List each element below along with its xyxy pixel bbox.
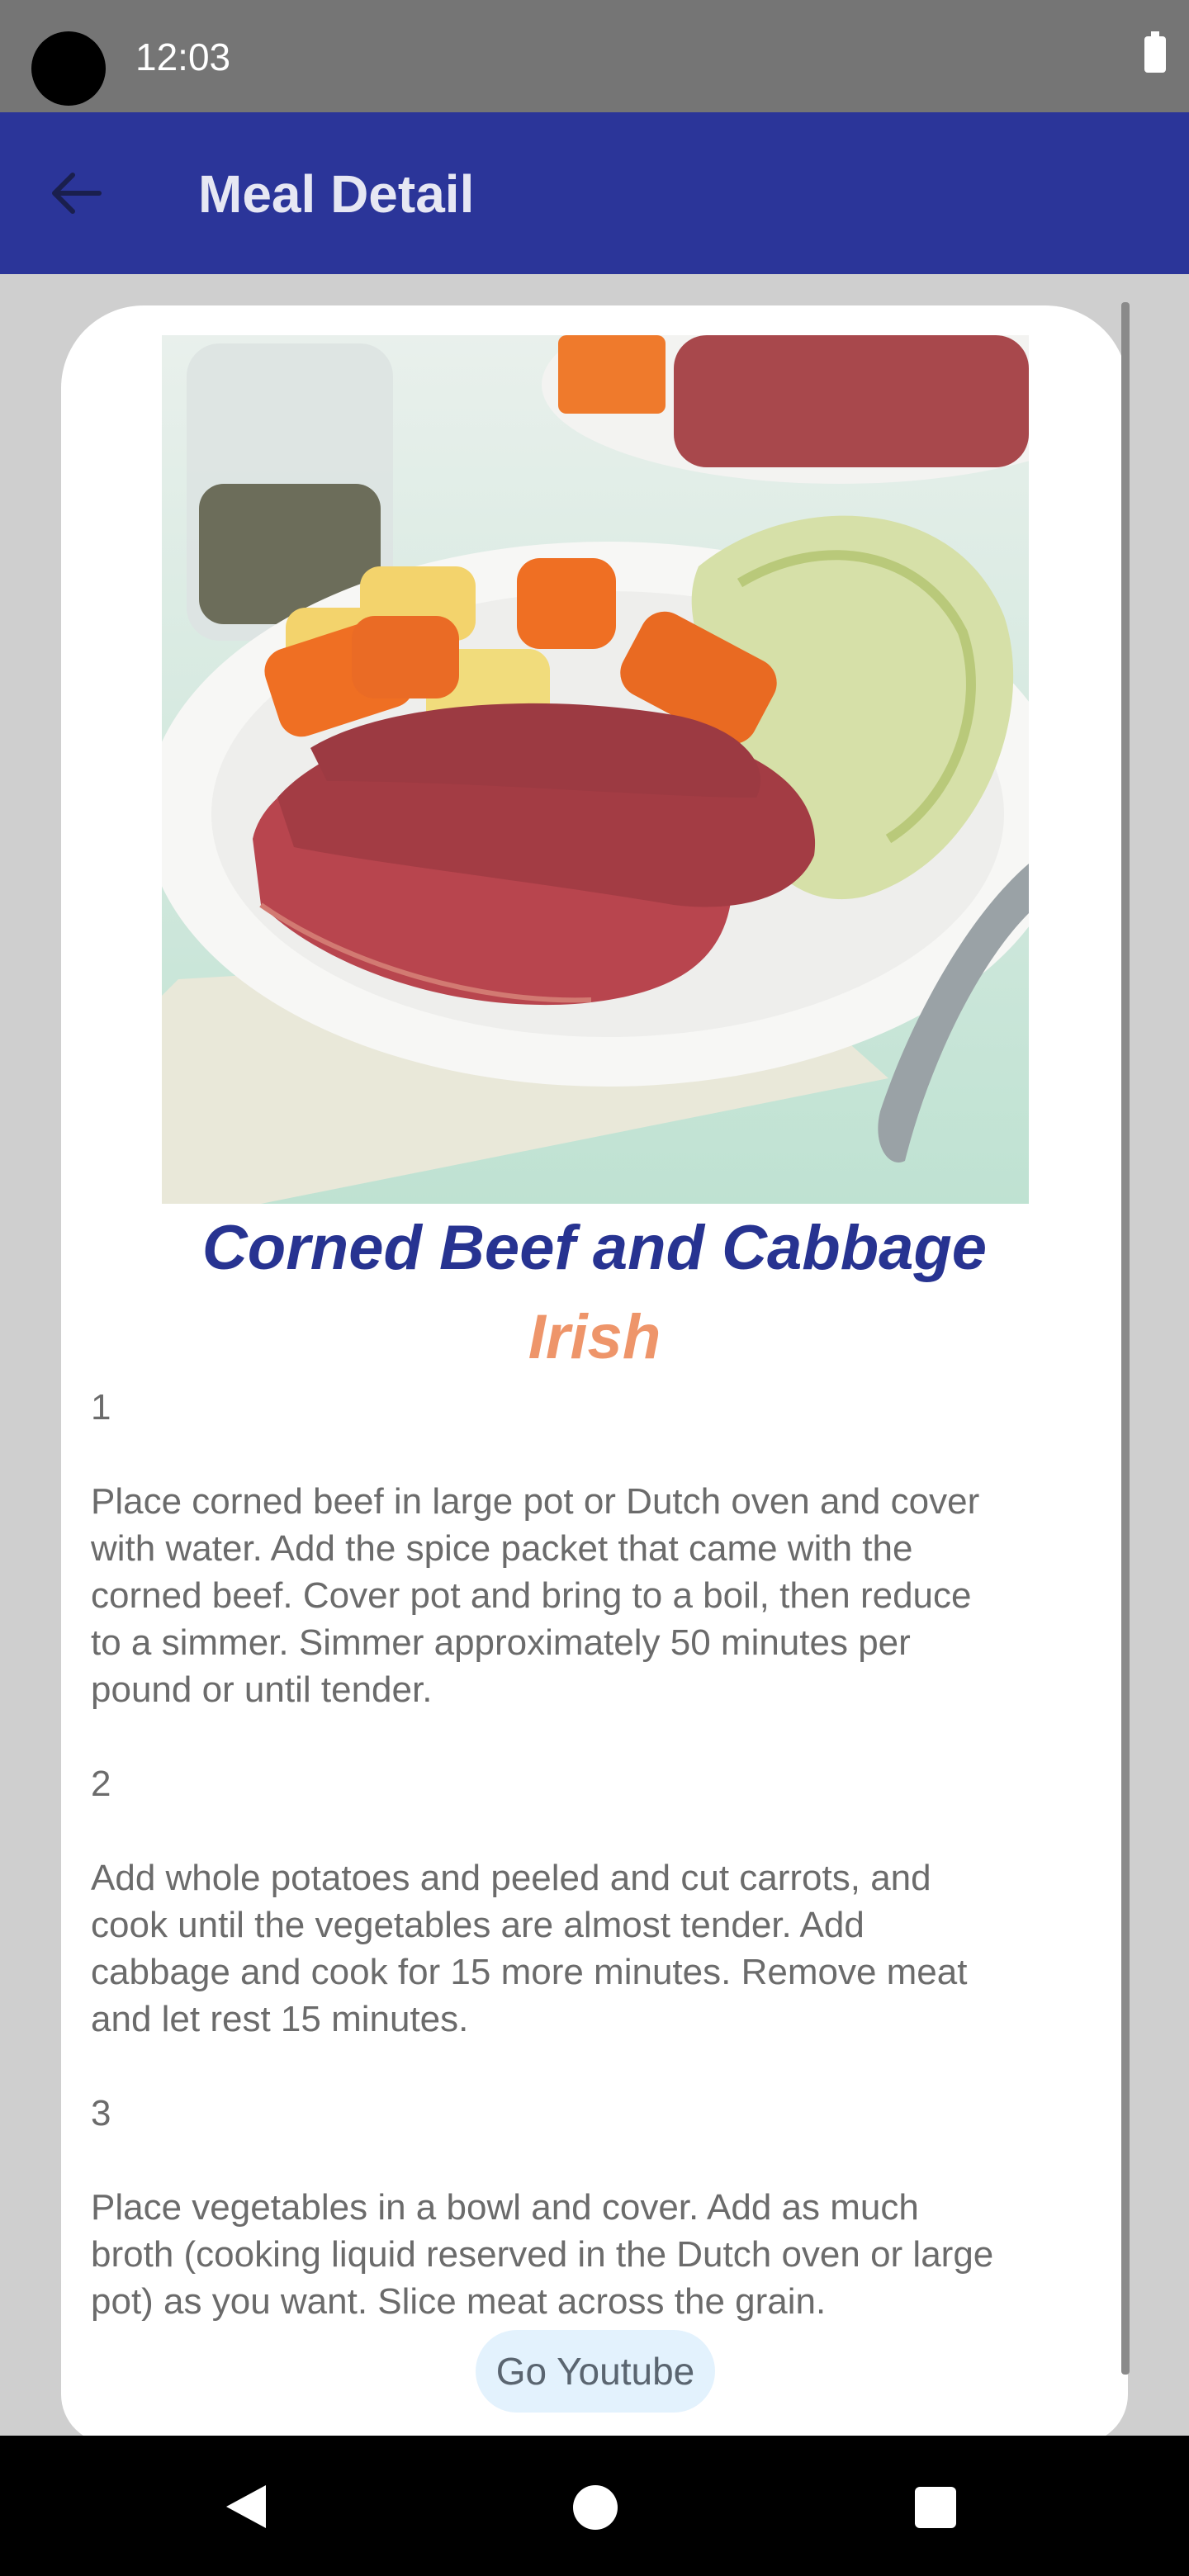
- nav-recents-icon[interactable]: [915, 2487, 956, 2528]
- instruction-line: corned beef. Cover pot and bring to a bo…: [91, 1575, 972, 1616]
- step-number: 1: [91, 1387, 111, 1428]
- camera-cutout: [31, 31, 106, 106]
- meal-area: Irish: [528, 1302, 661, 1372]
- instruction-line: pound or until tender.: [91, 1669, 433, 1710]
- page-title: Meal Detail: [198, 164, 475, 224]
- scrollbar[interactable]: [1121, 302, 1130, 2375]
- instruction-line: Place vegetables in a bowl and cover. Ad…: [91, 2187, 919, 2228]
- step-number: 3: [91, 2093, 111, 2133]
- instruction-line: broth (cooking liquid reserved in the Du…: [91, 2234, 994, 2275]
- instruction-line: and let rest 15 minutes.: [91, 1999, 469, 2039]
- status-bar: 12:03: [0, 0, 1189, 112]
- battery-icon: [1144, 31, 1166, 73]
- meal-detail-card: Corned Beef and Cabbage Irish 1 Place co…: [61, 305, 1128, 2444]
- go-youtube-button[interactable]: Go Youtube: [476, 2330, 715, 2413]
- nav-home-icon[interactable]: [573, 2485, 618, 2530]
- instruction-line: pot) as you want. Slice meat across the …: [91, 2281, 827, 2322]
- system-nav-bar: [0, 2436, 1189, 2576]
- instruction-line: Place corned beef in large pot or Dutch …: [91, 1481, 980, 1522]
- instruction-line: cook until the vegetables are almost ten…: [91, 1905, 865, 1945]
- arrow-left-icon: [52, 173, 102, 214]
- instructions: 1 Place corned beef in large pot or Dutc…: [91, 1384, 1106, 2325]
- status-time: 12:03: [135, 36, 231, 78]
- instruction-line: Add whole potatoes and peeled and cut ca…: [91, 1858, 931, 1898]
- meal-name: Corned Beef and Cabbage: [201, 1213, 988, 1283]
- instruction-line: to a simmer. Simmer approximately 50 min…: [91, 1622, 911, 1663]
- instruction-line: cabbage and cook for 15 more minutes. Re…: [91, 1952, 968, 1992]
- back-button[interactable]: [43, 163, 109, 223]
- meal-image: [162, 335, 1029, 1204]
- nav-back-icon[interactable]: [223, 2482, 269, 2531]
- step-number: 2: [91, 1764, 111, 1804]
- app-bar: Meal Detail: [0, 112, 1189, 274]
- instruction-line: with water. Add the spice packet that ca…: [91, 1528, 913, 1569]
